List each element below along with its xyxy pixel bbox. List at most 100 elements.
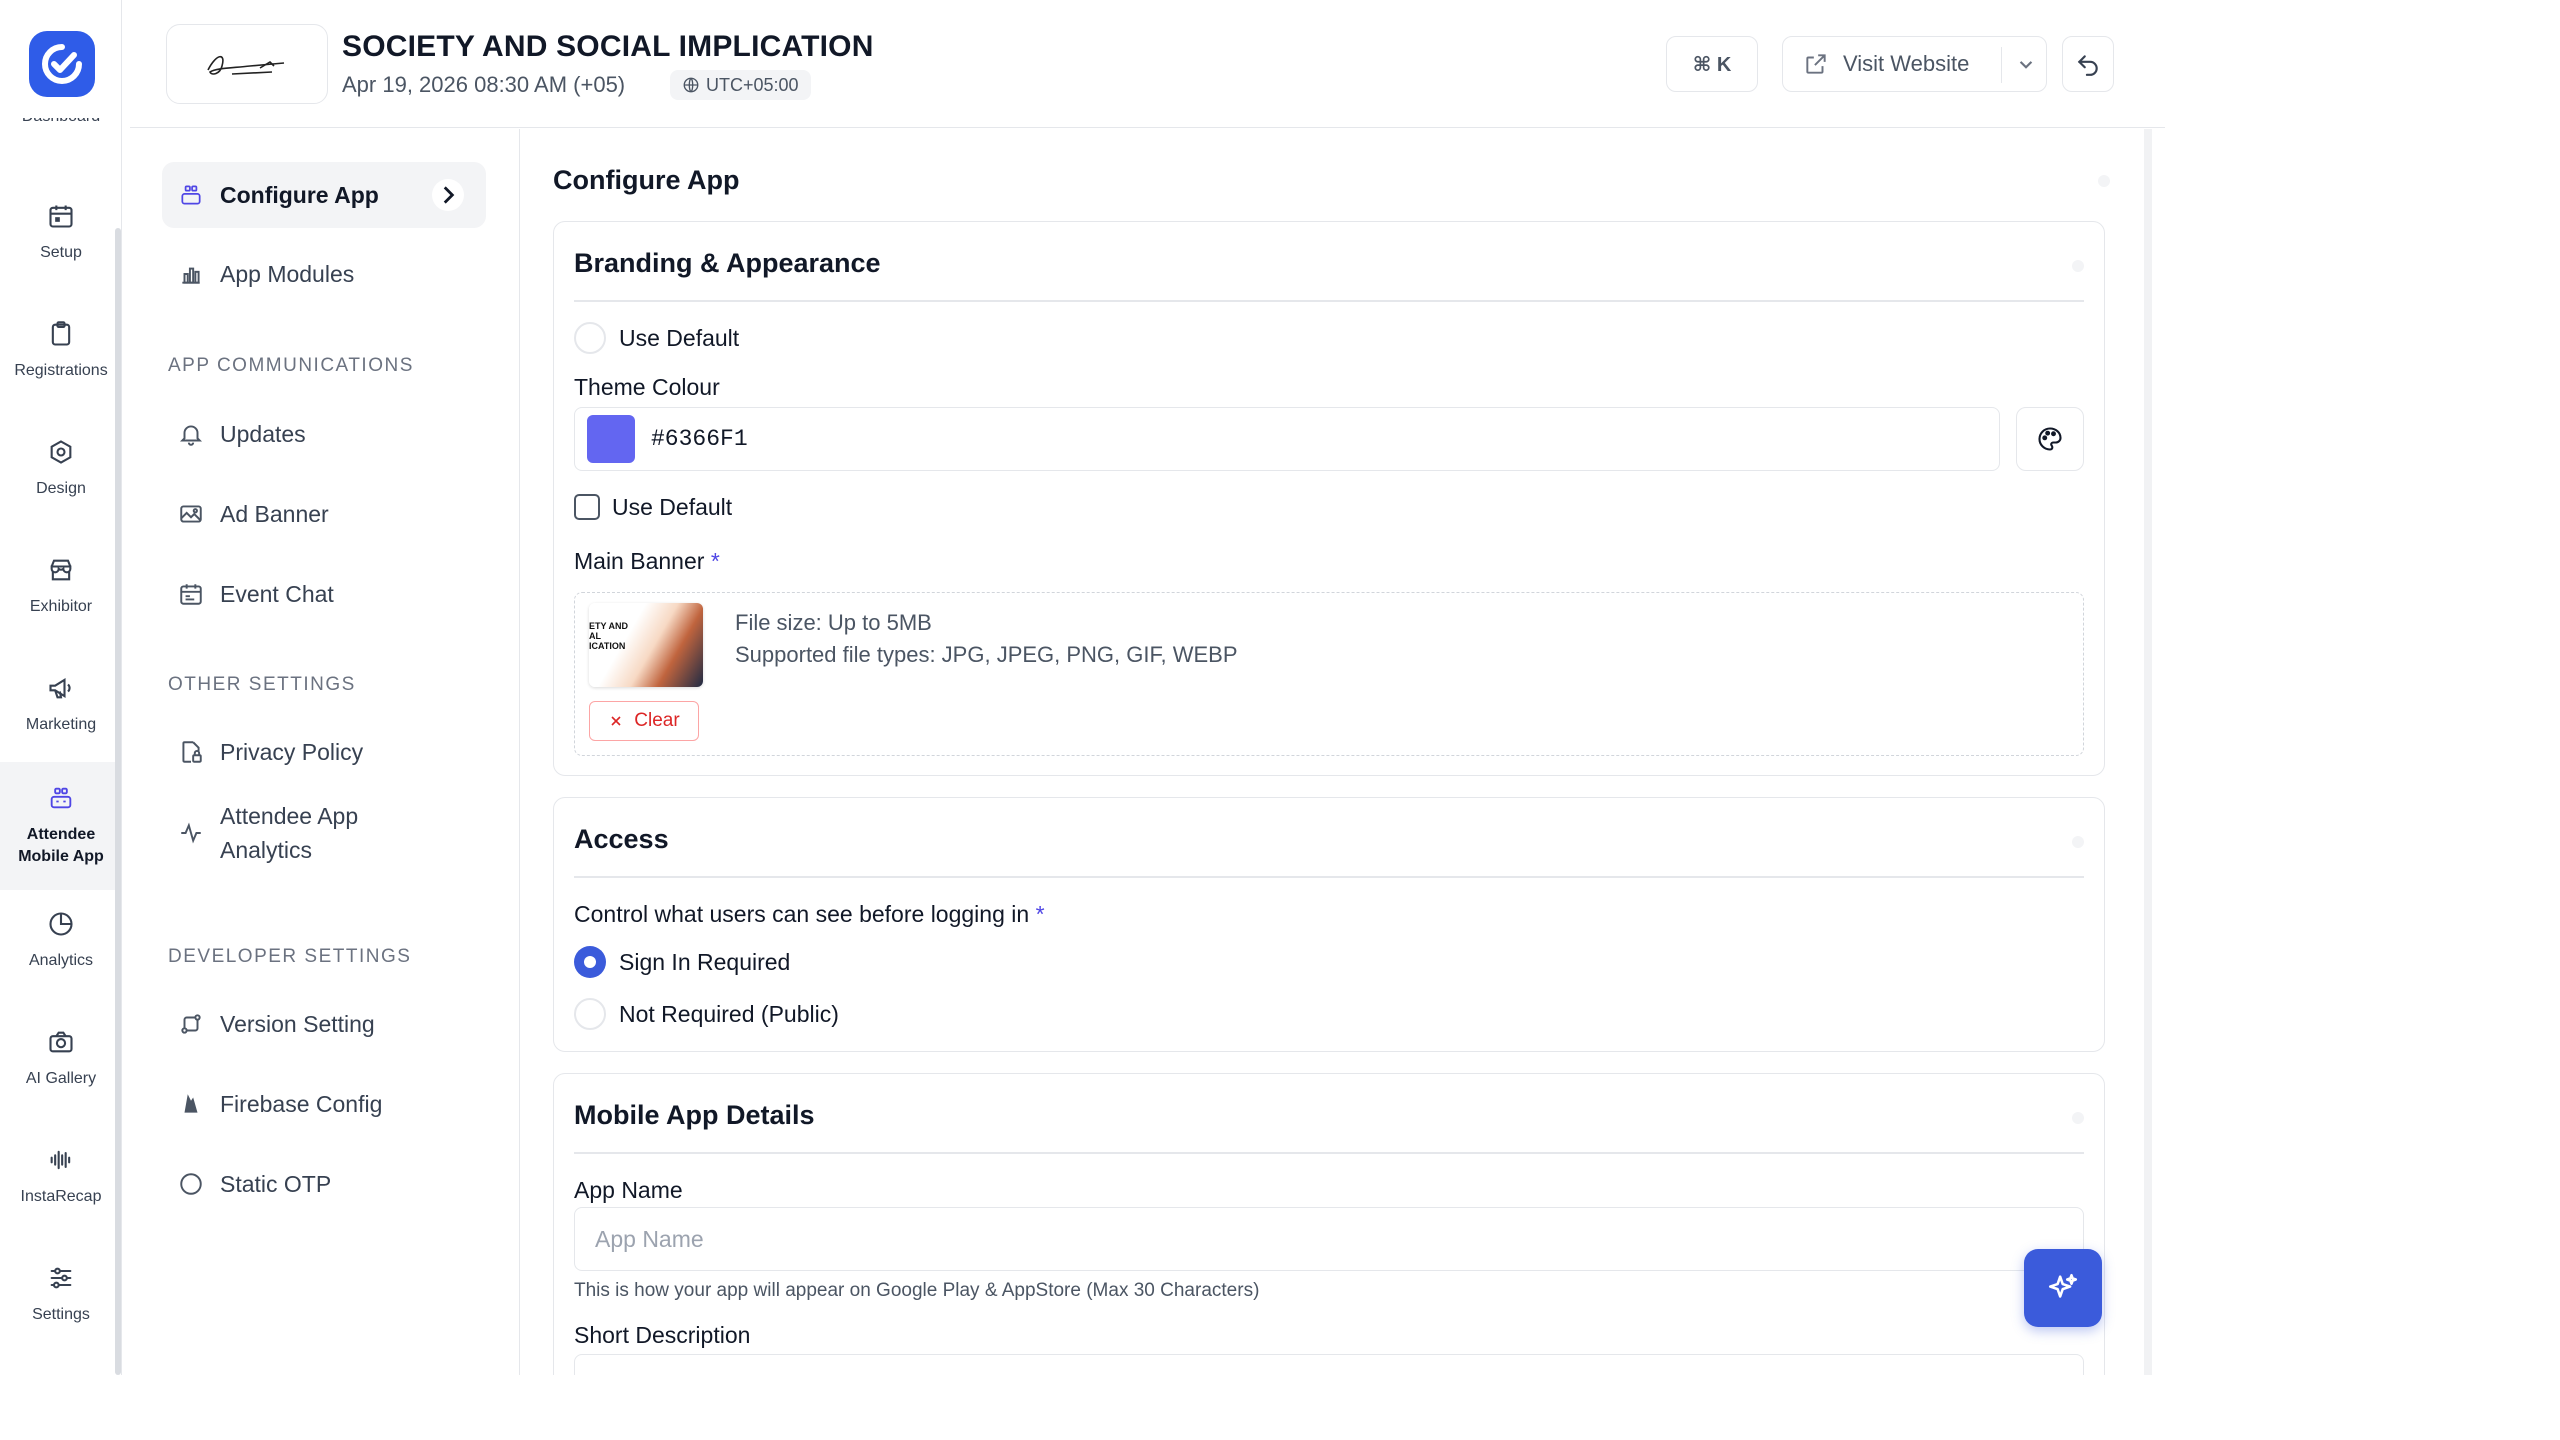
subnav-item-label: Updates [220, 421, 306, 447]
hexagon-gear-icon [50, 440, 72, 464]
circle-icon [180, 1173, 202, 1195]
subnav-item-label: Attendee App Analytics [220, 803, 359, 863]
main-scrollbar[interactable] [2144, 129, 2152, 1375]
subnav-item-firebase-config[interactable]: Firebase Config [162, 1071, 486, 1137]
file-size-text: File size: Up to 5MB [735, 610, 932, 635]
rail-item-registrations[interactable]: Registrations [0, 292, 121, 410]
radio-label: Sign In Required [619, 949, 791, 975]
subnav-item-ad-banner[interactable]: Ad Banner [162, 481, 486, 547]
rail-item-label: Settings [32, 1306, 90, 1323]
palette-icon [2038, 427, 2062, 451]
use-default-toggle[interactable] [574, 322, 606, 354]
subnav-item-event-chat[interactable]: Event Chat [162, 561, 486, 627]
section-developer-settings: DEVELOPER SETTINGS [168, 946, 412, 967]
subnav-item-updates[interactable]: Updates [162, 401, 486, 467]
card-title: Access [574, 824, 669, 854]
rail-scrollbar[interactable] [115, 228, 121, 1375]
colour-picker-button[interactable] [2016, 407, 2084, 471]
status-dot [2072, 260, 2084, 272]
timezone-badge: UTC+05:00 [670, 70, 811, 100]
app-name-label: App Name [574, 1177, 683, 1203]
colour-swatch[interactable] [587, 415, 635, 463]
undo-button[interactable] [2062, 36, 2114, 92]
document-lock-icon [182, 741, 202, 763]
not-required-radio[interactable] [574, 998, 606, 1030]
event-logo [166, 24, 328, 104]
sign-in-required-radio[interactable] [574, 946, 606, 978]
app-logo[interactable] [29, 31, 95, 97]
subnav-item-label: Configure App [220, 182, 379, 208]
subnav-item-label: Privacy Policy [220, 739, 364, 765]
bell-icon [179, 425, 203, 446]
subnav-item-attendee-app-analytics[interactable]: Attendee App Analytics [162, 793, 486, 873]
visit-website-button[interactable]: Visit Website [1782, 36, 2047, 92]
rail-item-attendee-mobile-app[interactable]: Attendee Mobile App [0, 762, 121, 890]
rail-item-design[interactable]: Design [0, 410, 121, 528]
card-title: Branding & Appearance [574, 248, 881, 278]
use-default-checkbox[interactable] [574, 494, 600, 520]
subnav-item-label: Ad Banner [220, 501, 329, 527]
undo-icon [2077, 55, 2098, 76]
rail-item-analytics[interactable]: Analytics [0, 882, 121, 1000]
command-palette-button[interactable]: ⌘ K [1666, 36, 1758, 92]
branding-card: Branding & Appearance Use Default Theme … [553, 221, 2105, 776]
subnav-item-label: Firebase Config [220, 1091, 383, 1117]
subnav-item-static-otp[interactable]: Static OTP [162, 1151, 486, 1217]
rail-item-label: AI Gallery [25, 1070, 97, 1087]
theme-colour-label: Theme Colour [574, 374, 720, 400]
globe-icon [683, 77, 699, 93]
pie-chart-icon [49, 912, 73, 936]
access-card: Access Control what users can see before… [553, 797, 2105, 1052]
theme-colour-input[interactable]: #6366F1 [574, 407, 2000, 471]
banner-upload-dropzone[interactable]: ETY AND AL ICATION File size: Up to 5MB … [574, 592, 2084, 756]
divider [574, 876, 2084, 878]
rail-item-marketing[interactable]: Marketing [0, 646, 121, 764]
calendar-chat-icon [180, 584, 202, 605]
clipboard-icon [51, 321, 71, 346]
divider [2001, 47, 2002, 83]
thumbnail-text: AL [589, 631, 601, 641]
secondary-nav: Configure App App Modules APP COMMUNICAT… [130, 129, 520, 1375]
rail-item-exhibitor[interactable]: Exhibitor [0, 528, 121, 646]
status-dot [2072, 836, 2084, 848]
rail-item-instarecap[interactable]: InstaRecap [0, 1118, 121, 1236]
use-default-label: Use Default [612, 494, 733, 520]
signature-logo-icon [207, 55, 285, 75]
clear-banner-button[interactable]: Clear [589, 701, 699, 741]
chevron-right-icon [432, 179, 464, 211]
subnav-item-label: App Modules [220, 261, 355, 287]
access-question: Control what users can see before loggin… [574, 901, 1045, 928]
app-grid-icon [50, 787, 72, 809]
sparkles-icon [2048, 1273, 2078, 1298]
rail-item-label: Dashboard [0, 118, 121, 126]
app-name-help: This is how your app will appear on Goog… [574, 1280, 1260, 1301]
subnav-item-version-setting[interactable]: Version Setting [162, 991, 486, 1057]
thumbnail-text: ETY AND [589, 621, 629, 631]
event-title: SOCIETY AND SOCIAL IMPLICATION [342, 30, 874, 63]
image-icon [180, 505, 202, 523]
radio-label: Not Required (Public) [619, 1001, 839, 1027]
banner-thumbnail: ETY AND AL ICATION [589, 603, 703, 687]
rail-item-ai-gallery[interactable]: AI Gallery [0, 1000, 121, 1118]
divider [574, 300, 2084, 302]
rail-item-label: Setup [40, 244, 82, 261]
short-description-input[interactable] [574, 1354, 2084, 1375]
rail-item-label: Exhibitor [29, 598, 93, 615]
sliders-icon [50, 1267, 72, 1289]
rail-item-setup[interactable]: Setup [0, 174, 121, 292]
subnav-item-privacy-policy[interactable]: Privacy Policy [162, 719, 486, 785]
rail-item-dashboard[interactable]: Dashboard [0, 118, 121, 138]
subnav-item-configure-app[interactable]: Configure App [162, 162, 486, 228]
thumbnail-text: ICATION [589, 641, 626, 651]
chevron-down-icon[interactable] [2013, 51, 2039, 77]
subnav-item-app-modules[interactable]: App Modules [162, 241, 486, 307]
activity-icon [181, 822, 201, 844]
section-other-settings: OTHER SETTINGS [168, 674, 356, 695]
page-title: Configure App [553, 165, 740, 195]
rail-item-label: Registrations [14, 362, 108, 379]
ai-assistant-button[interactable] [2024, 1249, 2102, 1327]
app-name-input[interactable]: App Name [574, 1207, 2084, 1271]
app-name-placeholder: App Name [595, 1225, 704, 1252]
required-asterisk: * [710, 548, 720, 574]
rail-item-settings[interactable]: Settings [0, 1236, 121, 1354]
